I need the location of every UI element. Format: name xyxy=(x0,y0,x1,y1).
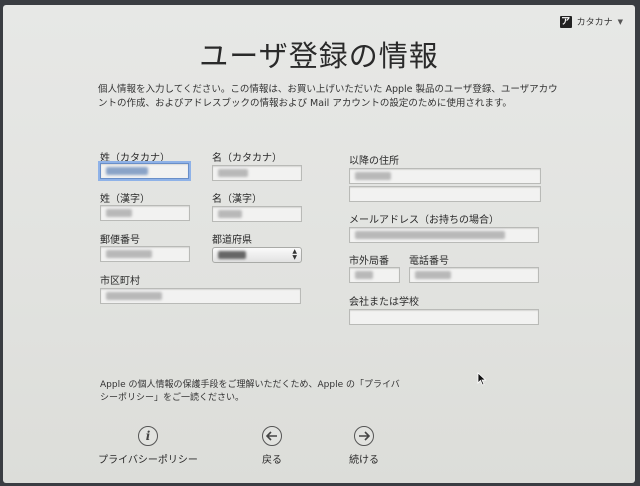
input-method-label: カタカナ xyxy=(576,18,613,28)
company-field[interactable] xyxy=(349,309,539,325)
continue-label: 続ける xyxy=(349,455,379,466)
back-label: 戻る xyxy=(262,455,282,466)
address-line2-field[interactable] xyxy=(349,186,541,202)
chevron-down-icon: ▼ xyxy=(617,17,623,26)
privacy-policy-label: プライバシーポリシー xyxy=(98,455,198,466)
email-field[interactable] xyxy=(349,227,539,243)
prefecture-select[interactable]: ▲ ▼ xyxy=(212,247,302,263)
email-label: メールアドレス（お持ちの場合） xyxy=(349,215,499,226)
privacy-notice: Apple の個人情報の保護手段をご理解いただくため、Apple の「プライバシ… xyxy=(100,380,400,403)
privacy-policy-button[interactable]: i プライバシーポリシー xyxy=(88,426,208,466)
back-button[interactable]: 戻る xyxy=(250,426,294,466)
postal-code-label: 郵便番号 xyxy=(100,235,140,246)
company-label: 会社または学校 xyxy=(349,297,419,308)
area-code-label: 市外局番 xyxy=(349,256,389,267)
phone-field[interactable] xyxy=(409,267,539,283)
last-name-kanji-field[interactable] xyxy=(100,205,190,221)
last-name-kana-field[interactable] xyxy=(100,163,189,179)
last-name-kanji-label: 姓（漢字） xyxy=(100,194,150,205)
continue-button[interactable]: 続ける xyxy=(342,426,386,466)
address-label: 以降の住所 xyxy=(349,156,399,167)
registration-screen: ア カタカナ ▼ ユーザ登録の情報 個人情報を入力してください。この情報は、お買… xyxy=(3,5,635,483)
arrow-right-icon xyxy=(354,426,374,446)
address-line1-field[interactable] xyxy=(349,168,541,184)
city-field[interactable] xyxy=(100,288,301,304)
phone-label: 電話番号 xyxy=(409,256,449,267)
katakana-input-icon: ア xyxy=(559,15,572,28)
page-title: ユーザ登録の情報 xyxy=(199,39,439,73)
mouse-cursor-icon xyxy=(477,372,487,386)
area-code-field[interactable] xyxy=(349,267,400,283)
input-method-menu[interactable]: ア カタカナ ▼ xyxy=(559,15,623,28)
city-label: 市区町村 xyxy=(100,276,140,287)
first-name-kanji-field[interactable] xyxy=(212,206,302,222)
postal-code-field[interactable] xyxy=(100,246,190,262)
arrow-left-icon xyxy=(262,426,282,446)
last-name-kana-label: 姓（カタカナ） xyxy=(100,153,170,164)
select-arrows-icon: ▲ ▼ xyxy=(292,248,297,261)
prefecture-label: 都道府県 xyxy=(212,235,252,246)
first-name-kana-label: 名（カタカナ） xyxy=(212,153,282,164)
first-name-kana-field[interactable] xyxy=(212,165,302,181)
first-name-kanji-label: 名（漢字） xyxy=(212,194,262,205)
intro-text: 個人情報を入力してください。この情報は、お買い上げいただいた Apple 製品の… xyxy=(98,84,558,109)
info-icon: i xyxy=(138,426,158,446)
